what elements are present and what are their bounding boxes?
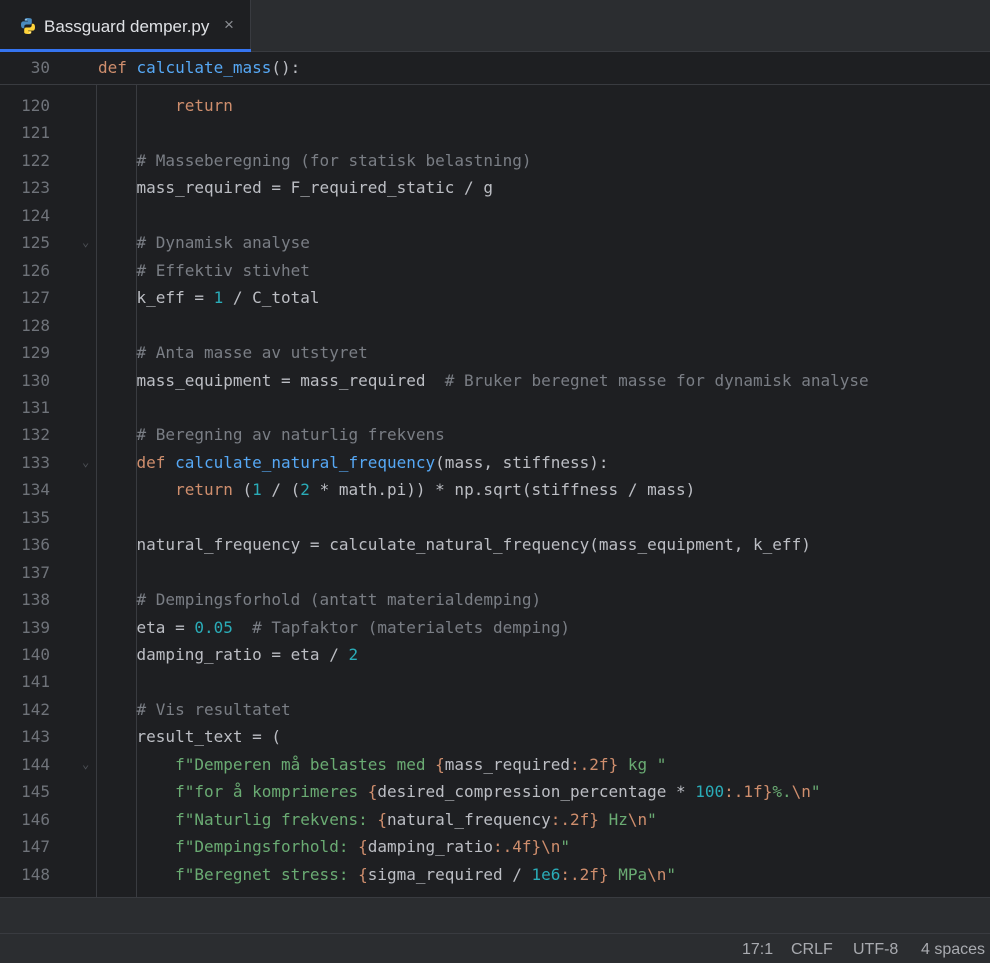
code-line[interactable]: 139 eta = 0.05 # Tapfaktor (materialets …: [0, 614, 990, 641]
line-number: 140: [21, 645, 50, 664]
line-number: 128: [21, 315, 50, 335]
line-number: 144: [21, 754, 50, 774]
code-line[interactable]: 135: [0, 504, 990, 531]
line-number: 147: [21, 837, 50, 857]
horizontal-scrollbar[interactable]: [0, 897, 990, 933]
line-number: 120: [21, 96, 50, 115]
code-text: f"Beregnet stress: {sigma_required / 1e6…: [175, 864, 677, 884]
code-text: def calculate_natural_frequency(mass, st…: [136, 452, 609, 472]
code-text: # Dempingsforhold (antatt materialdempin…: [136, 590, 542, 610]
line-number: 123: [21, 178, 50, 198]
code-text: eta = 0.05 # Tapfaktor (materialets demp…: [98, 617, 571, 637]
code-text: k_eff = 1 / C_total: [98, 288, 320, 308]
code-text: return (1 / (2 * math.pi)) * np.sqrt(sti…: [175, 480, 696, 500]
code-text: return: [175, 96, 233, 115]
code-text: mass_required = F_required_static / g: [98, 178, 493, 198]
code-text: f"Dempingsforhold: {damping_ratio:.4f}\n…: [175, 837, 571, 857]
line-number: 141: [21, 672, 50, 692]
line-number: 124: [21, 205, 50, 225]
fold-chevron-icon[interactable]: ⌄: [82, 751, 89, 778]
code-line[interactable]: 143 result_text = (: [0, 723, 990, 750]
code-line[interactable]: 132 # Beregning av naturlig frekvens: [0, 421, 990, 448]
code-line[interactable]: 137: [0, 559, 990, 586]
code-text: mass_equipment = mass_required # Bruker …: [98, 370, 869, 390]
cursor-position[interactable]: 17:1: [742, 941, 773, 959]
line-number: 135: [21, 507, 50, 527]
code-line[interactable]: 145 f"for å komprimeres {desired_compres…: [0, 778, 990, 805]
code-editor[interactable]: 30 def calculate_mass(): 117 result_labe…: [0, 53, 990, 897]
code-line[interactable]: 147 f"Dempingsforhold: {damping_ratio:.4…: [0, 833, 990, 860]
code-text: natural_frequency = calculate_natural_fr…: [98, 535, 811, 555]
line-ending[interactable]: CRLF: [791, 941, 833, 959]
line-number: 126: [21, 260, 50, 280]
fold-chevron-icon[interactable]: ⌄: [82, 449, 89, 476]
python-icon: [21, 18, 35, 34]
tab-title: Bassguard demper.py: [44, 17, 210, 36]
code-text: # Vis resultatet: [136, 699, 291, 719]
line-number: 134: [21, 480, 50, 500]
code-line[interactable]: 146 f"Naturlig frekvens: {natural_freque…: [0, 806, 990, 833]
code-line[interactable]: 122 # Masseberegning (for statisk belast…: [0, 147, 990, 174]
tab-bassguard-demper[interactable]: Bassguard demper.py ×: [0, 0, 251, 52]
code-line[interactable]: 144 ⌄ f"Demperen må belastes med {mass_re…: [0, 751, 990, 778]
line-number: 145: [21, 782, 50, 802]
fold-chevron-icon[interactable]: ⌄: [82, 229, 89, 256]
line-number: 139: [21, 617, 50, 637]
code-line[interactable]: 123 mass_required = F_required_static / …: [0, 174, 990, 201]
line-number: 125: [21, 233, 50, 253]
status-bar: 17:1 CRLF UTF-8 4 spaces: [0, 933, 990, 963]
line-number: 132: [21, 425, 50, 445]
line-number: 138: [21, 590, 50, 610]
code-text: # Effektiv stivhet: [136, 260, 310, 280]
close-icon[interactable]: ×: [224, 15, 234, 35]
line-number: 146: [21, 809, 50, 829]
code-line[interactable]: 126 # Effektiv stivhet: [0, 257, 990, 284]
line-number: 142: [21, 699, 50, 719]
line-number: 129: [21, 343, 50, 363]
line-number: 122: [21, 150, 50, 170]
sticky-code: def calculate_mass():: [98, 58, 301, 77]
editor-tab-bar: Bassguard demper.py ×: [0, 0, 990, 52]
sticky-scroll-header[interactable]: 30 def calculate_mass():: [0, 53, 990, 85]
code-line[interactable]: 134 return (1 / (2 * math.pi)) * np.sqrt…: [0, 476, 990, 503]
code-line[interactable]: 130 mass_equipment = mass_required # Bru…: [0, 367, 990, 394]
line-number: 148: [21, 864, 50, 884]
code-text: f"Naturlig frekvens: {natural_frequency:…: [175, 809, 657, 829]
line-number: 137: [21, 562, 50, 582]
line-number: 130: [21, 370, 50, 390]
code-text: # Masseberegning (for statisk belastning…: [136, 150, 532, 170]
code-line[interactable]: 125 ⌄ # Dynamisk analyse: [0, 229, 990, 256]
code-line[interactable]: 138 # Dempingsforhold (antatt materialde…: [0, 586, 990, 613]
code-text: damping_ratio = eta / 2: [98, 645, 359, 664]
code-line[interactable]: 148 f"Beregnet stress: {sigma_required /…: [0, 861, 990, 888]
code-line[interactable]: 129 # Anta masse av utstyret: [0, 339, 990, 366]
code-line[interactable]: 128: [0, 312, 990, 339]
code-line[interactable]: 120 return: [0, 92, 990, 119]
line-number: 131: [21, 397, 50, 417]
code-line[interactable]: 142 # Vis resultatet: [0, 696, 990, 723]
code-line[interactable]: 124: [0, 202, 990, 229]
code-text: f"Demperen må belastes med {mass_require…: [175, 754, 667, 774]
line-number: 136: [21, 535, 50, 555]
line-number: 143: [21, 727, 50, 747]
line-number: 121: [21, 123, 50, 143]
sticky-line-number: 30: [30, 58, 50, 77]
file-encoding[interactable]: UTF-8: [853, 941, 898, 959]
code-text: f"for å komprimeres {desired_compression…: [175, 782, 821, 802]
code-line[interactable]: 133 ⌄ def calculate_natural_frequency(mas…: [0, 449, 990, 476]
code-line[interactable]: 127 k_eff = 1 / C_total: [0, 284, 990, 311]
code-line[interactable]: 140 damping_ratio = eta / 2: [0, 641, 990, 668]
code-text: # Dynamisk analyse: [136, 233, 310, 253]
indent-setting[interactable]: 4 spaces: [921, 941, 985, 959]
code-text: # Beregning av naturlig frekvens: [136, 425, 445, 445]
line-number: 133: [21, 452, 50, 472]
code-line[interactable]: 131: [0, 394, 990, 421]
code-line[interactable]: 141: [0, 668, 990, 695]
line-number: 127: [21, 288, 50, 308]
code-line[interactable]: 136 natural_frequency = calculate_natura…: [0, 531, 990, 558]
code-text: # Anta masse av utstyret: [136, 343, 368, 363]
code-line[interactable]: 121: [0, 119, 990, 146]
code-text: result_text = (: [98, 727, 282, 747]
active-tab-indicator: [0, 49, 251, 52]
